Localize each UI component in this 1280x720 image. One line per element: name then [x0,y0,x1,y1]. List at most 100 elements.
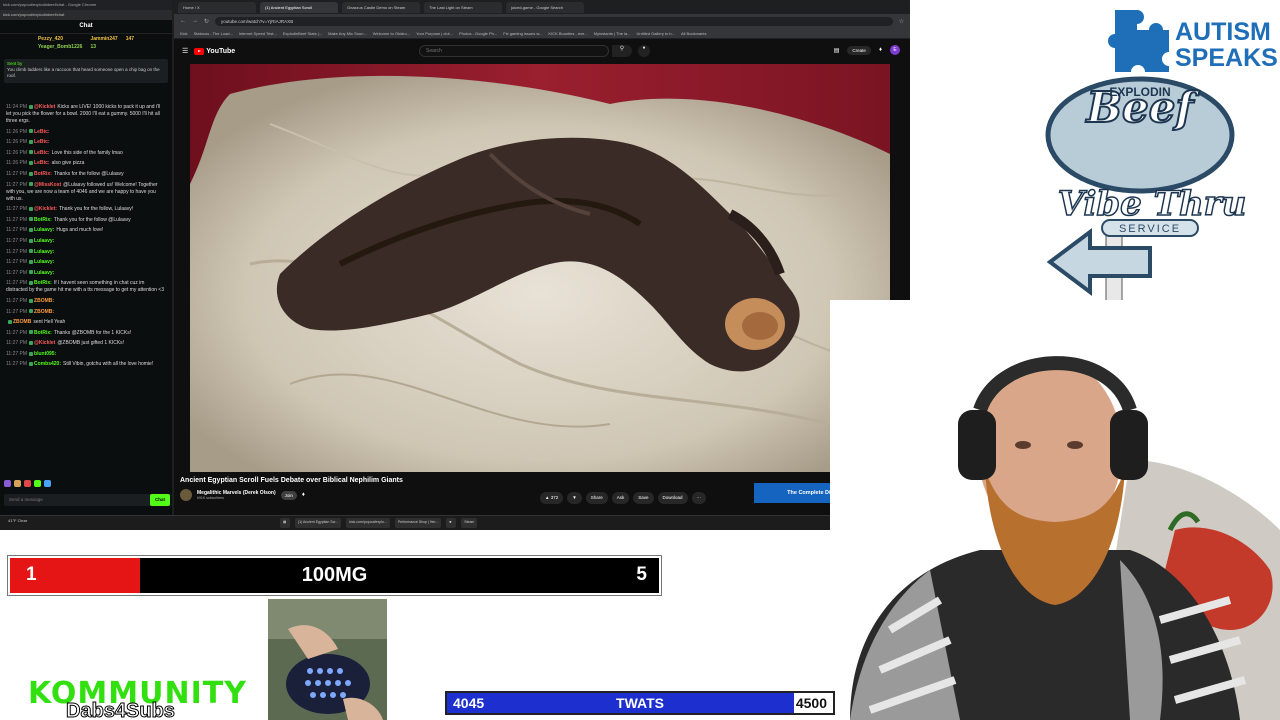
emote-icon[interactable] [34,480,41,487]
chat-message-user[interactable]: BotRix: [34,280,52,286]
chat-message[interactable]: ZBOMB sent Hell Yeah [6,319,166,326]
youtube-logo[interactable]: YouTube [194,47,235,55]
chat-message[interactable]: 11:27 PM ZBOMB: [6,309,166,316]
chat-message-user[interactable]: Lulaavy: [34,238,54,244]
chat-message[interactable]: 11:26 PM LeBtc: [6,139,166,146]
bookmark-item[interactable]: Photos - Google Ph... [459,31,497,36]
taskbar-item[interactable]: Performance Shop | Her... [394,518,442,528]
join-button[interactable]: Join [280,490,297,500]
bookmark-item[interactable]: ExplodinBeef Stats |... [283,31,322,36]
create-button[interactable]: Create [847,45,871,55]
chat-message-user[interactable]: @Kicklet: [34,206,57,212]
chat-message[interactable]: 11:26 PM LeBtc: also give pizza [6,160,166,167]
chat-message[interactable]: 11:24 PM @Kicklet Kicks are LIVE! 1000 kic… [6,104,166,125]
chat-message-user[interactable]: Combs420: [34,361,61,367]
download-button[interactable]: Download [657,492,688,504]
account-avatar[interactable]: E [890,45,900,55]
bookmark-item[interactable]: Myinstants | The la... [594,31,631,36]
chat-message[interactable]: 11:27 PM Lulaavy: [6,259,166,266]
emote-icon[interactable] [44,480,51,487]
chat-message[interactable]: 11:27 PM Lulaavy: [6,270,166,277]
browser-tab[interactable]: Home / X [178,1,256,13]
menu-icon[interactable]: ☰ [182,47,188,55]
chat-message-user[interactable]: LeBtc: [34,139,50,145]
bookmark-item[interactable]: All Bookmarks [681,31,707,36]
chat-message[interactable]: 11:27 PM @MissKost @Lulaavy followed us! W… [6,182,166,203]
chat-message[interactable]: 11:27 PM Lulaavy: [6,238,166,245]
bookmark-item[interactable]: Untitled Gallery to b... [637,31,675,36]
chat-message[interactable]: 11:27 PM ZBOMB: [6,298,166,305]
cast-icon[interactable]: ▤ [834,47,840,54]
back-icon[interactable]: ← [180,18,186,24]
microphone-icon[interactable]: ● [638,45,650,57]
chat-message-user[interactable]: @Kicklet [34,104,55,110]
chat-message[interactable]: 11:26 PM LeBtc: [6,129,166,136]
bell-icon[interactable]: ♦ [879,47,882,53]
taskbar-item[interactable]: (1) Ancient Egyptian Scr... [295,518,342,528]
ask-button[interactable]: Ask [611,492,630,504]
gifter-2[interactable]: Jammin247 13 [90,36,117,54]
browser-tab[interactable]: Gnazzus Castle Demo on Steam [342,1,420,13]
emote-icon[interactable] [4,480,11,487]
chat-message-user[interactable]: @Kicklet [34,340,55,346]
chat-message[interactable]: 11:27 PM BotRix: Thanks @ZBOMB for the 1 K… [6,330,166,337]
bookmark-item[interactable]: KICK Bounties - exe... [548,31,587,36]
reload-icon[interactable]: ↻ [204,18,209,25]
chat-message[interactable]: 11:26 PM LeBtc: Love this side of the fami… [6,150,166,157]
chat-message[interactable]: 11:27 PM BotRix: Thank you for the follow … [6,217,166,224]
bookmark-item[interactable]: Welcome to Okidro... [373,31,410,36]
chat-message-user[interactable]: Lulaavy: [34,259,54,265]
save-button[interactable]: Save [633,492,654,504]
windows-start-icon[interactable]: ▦ [280,518,290,528]
chat-message-user[interactable]: ZBOMB: [34,309,54,315]
bell-icon[interactable]: ♦ [302,492,305,498]
more-icon[interactable]: ⋯ [691,492,707,504]
chat-message[interactable]: 11:27 PM Combs420: Still Vibin, gotchu wit… [6,361,166,368]
chat-messages[interactable]: 11:24 PM @Kicklet Kicks are LIVE! 1000 kic… [0,104,172,474]
chat-message[interactable]: 11:27 PM blunt095: [6,351,166,358]
chat-message-user[interactable]: Lulaavy: [34,249,54,255]
like-button[interactable]: ▲ 372 [540,492,564,504]
chat-message-input[interactable]: Send a message [4,494,168,506]
chat-message-user[interactable]: Lulaavy: [34,227,54,233]
chat-message[interactable]: 11:27 PM BotRix: If I havent seen somethin… [6,280,166,294]
chat-message-user[interactable]: @MissKost [34,182,61,188]
chat-window-url[interactable]: kick.com/popout/explodinbeef/chat [0,10,172,20]
share-button[interactable]: Share [585,492,608,504]
address-bar[interactable] [215,16,893,26]
bookmark-item[interactable]: Kick [180,31,188,36]
chat-message-user[interactable]: BotRix: [34,330,52,336]
bookmark-item[interactable]: Your Purpose | clot... [416,31,453,36]
forward-icon[interactable]: → [192,18,198,24]
chat-message[interactable]: 11:27 PM @Kicklet @ZBOMB just gifted 1 KIC… [6,340,166,347]
chat-message-user[interactable]: ZBOMB: [34,298,54,304]
browser-tab[interactable]: The Last Light on Steam [424,1,502,13]
bookmark-item[interactable]: Statocus - The Load... [194,31,233,36]
emote-icon[interactable] [24,480,31,487]
chat-message-user[interactable]: BotRix: [34,171,52,177]
video-player[interactable] [190,64,890,472]
youtube-search-input[interactable] [419,45,609,57]
chat-emote-row[interactable] [4,480,124,490]
bookmark-item[interactable]: Fix gaming issues w... [503,31,542,36]
weather-widget[interactable]: 41°F Clear [8,518,27,523]
chat-message-user[interactable]: LeBtc: [34,160,50,166]
emote-icon[interactable] [14,480,21,487]
search-icon[interactable]: ⚲ [612,45,632,57]
folder-icon[interactable]: ■ [446,518,457,528]
dislike-button[interactable]: ▼ [567,492,582,504]
gifter-1[interactable]: Pezzy_420 Yeager_Bomb1226 [38,36,82,54]
star-icon[interactable]: ☆ [899,18,904,25]
bookmark-item[interactable]: Internet Speed Test... [239,31,277,36]
browser-tab-active[interactable]: (1) Ancient Egyptian Scroll [260,1,338,13]
taskbar-item[interactable]: Steam [461,518,478,528]
browser-tab[interactable]: juiced-game - Google Search [506,1,584,13]
chat-message-user[interactable]: blunt095: [34,351,56,357]
chat-message[interactable]: 11:27 PM @Kicklet: Thank you for the follo… [6,206,166,213]
taskbar-item[interactable]: kick.com/popout/explo... [346,518,390,528]
chat-message-user[interactable]: LeBtc: [34,150,50,156]
chat-message[interactable]: 11:27 PM BotRix: Thanks for the follow @Lu… [6,171,166,178]
chat-send-button[interactable]: Chat [150,494,170,506]
chat-message[interactable]: 11:27 PM Lulaavy: [6,249,166,256]
chat-message-user[interactable]: Lulaavy: [34,270,54,276]
